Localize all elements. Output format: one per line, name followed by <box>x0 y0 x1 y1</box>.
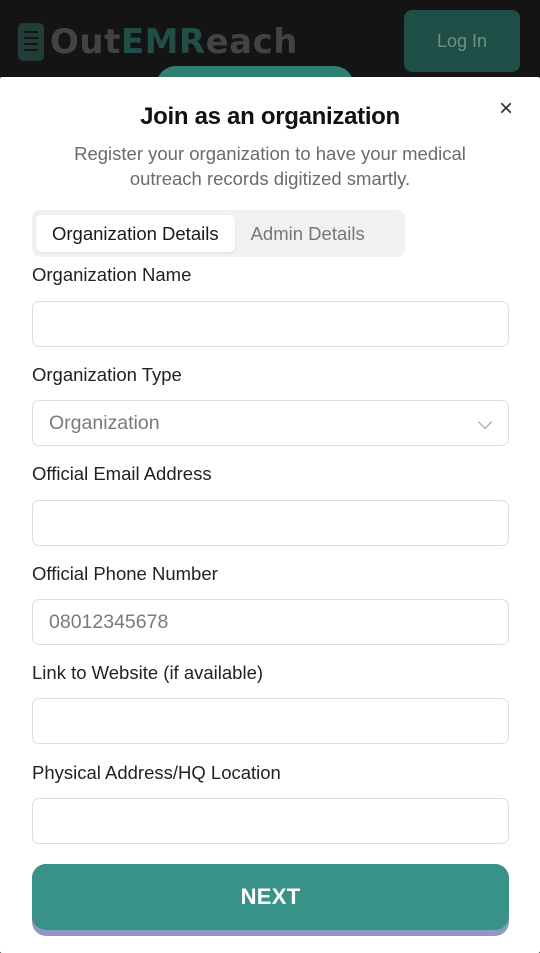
org-type-select[interactable]: Organization <box>32 400 509 446</box>
brand-name-part2: EMR <box>120 22 206 62</box>
tab-organization-details[interactable]: Organization Details <box>36 215 235 252</box>
modal-title: Join as an organization <box>140 103 400 130</box>
org-name-label: Organization Name <box>32 264 192 285</box>
form-tabs: Organization Details Admin Details <box>32 210 405 257</box>
address-label: Physical Address/HQ Location <box>32 762 281 783</box>
website-label: Link to Website (if available) <box>32 662 264 683</box>
email-label: Official Email Address <box>32 463 212 484</box>
next-button[interactable]: NEXT <box>32 864 509 936</box>
address-input[interactable] <box>32 798 509 844</box>
next-button-label: NEXT <box>32 864 509 930</box>
email-input[interactable] <box>32 500 509 546</box>
clipboard-icon <box>18 23 44 61</box>
org-type-label: Organization Type <box>32 364 182 385</box>
modal-subtitle: Register your organization to have your … <box>74 143 466 189</box>
phone-input[interactable]: 08012345678 <box>32 599 509 645</box>
org-type-selected: Organization <box>49 411 160 434</box>
org-name-input[interactable] <box>32 301 509 347</box>
phone-label: Official Phone Number <box>32 563 218 584</box>
join-organization-modal: × Join as an organization Register your … <box>0 77 540 953</box>
login-button: Log In <box>404 10 520 72</box>
brand-logo: OutEMReach <box>18 20 298 64</box>
tab-admin-details[interactable]: Admin Details <box>235 215 381 252</box>
brand-name-part1: Out <box>50 22 121 62</box>
brand-name: OutEMReach <box>50 22 298 62</box>
phone-placeholder: 08012345678 <box>49 610 169 633</box>
website-input[interactable] <box>32 698 509 744</box>
brand-name-part3: each <box>205 22 298 62</box>
chevron-down-icon <box>477 414 493 430</box>
